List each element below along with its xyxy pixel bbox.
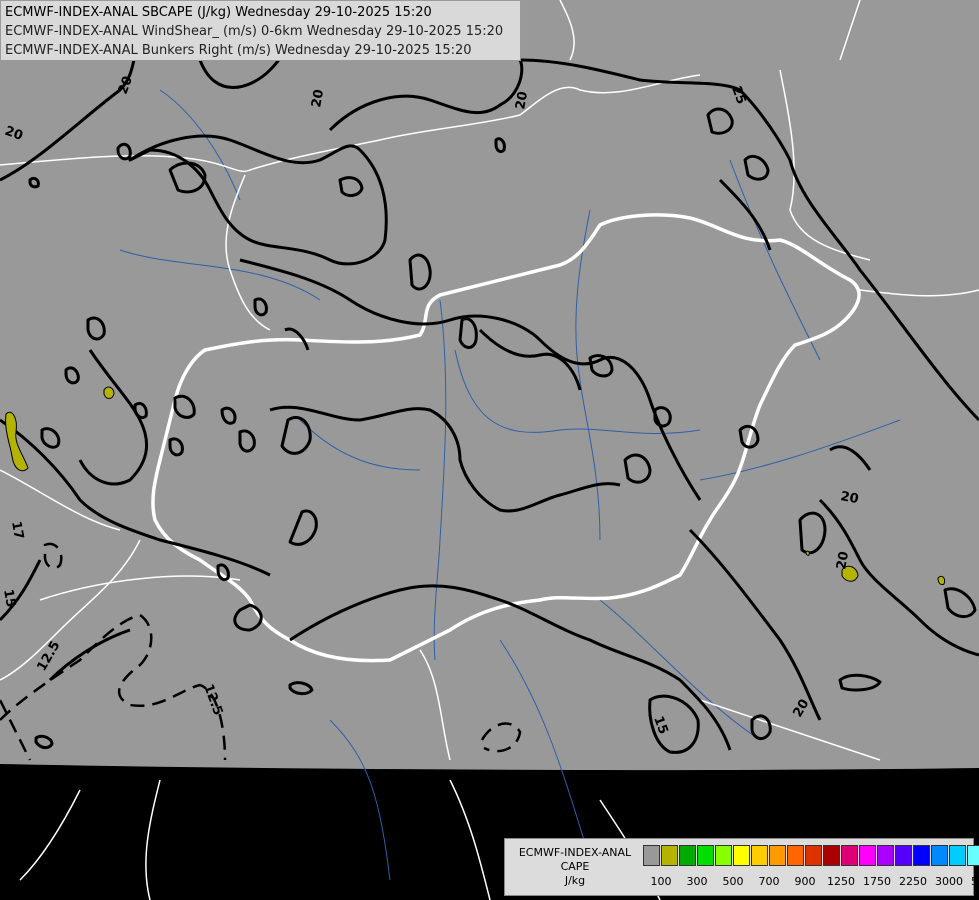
legend-swatch (697, 845, 714, 866)
legend-tick-label: 700 (758, 875, 780, 888)
legend-swatch (787, 845, 804, 866)
legend-swatch (895, 845, 912, 866)
legend-title-variable: CAPE (560, 860, 590, 873)
legend-tick-label: 300 (686, 875, 708, 888)
title-line-windshear: ECMWF-INDEX-ANAL WindShear_ (m/s) 0-6km … (5, 24, 504, 39)
map-title-box: ECMWF-INDEX-ANAL SBCAPE (J/kg) Wednesday… (0, 0, 521, 61)
legend-tick-label: 900 (794, 875, 816, 888)
legend-swatch (769, 845, 786, 866)
legend-title: ECMWF-INDEX-ANAL CAPE J/kg (511, 846, 639, 888)
legend-swatches (643, 845, 979, 866)
legend-tick-label: 100 (650, 875, 672, 888)
map-canvas[interactable]: 20 20 20 25 20 20 20 17 15 12.5 12.5 15 … (0, 0, 979, 900)
legend-swatch (733, 845, 750, 866)
legend-tick-label: 1750 (863, 875, 891, 888)
title-line-cape: ECMWF-INDEX-ANAL SBCAPE (J/kg) Wednesday… (5, 5, 432, 20)
legend-swatch (967, 845, 979, 866)
legend-swatch (643, 845, 660, 866)
legend-tick-label: 5000 (971, 875, 979, 888)
legend-swatch (661, 845, 678, 866)
legend-swatch (751, 845, 768, 866)
contour-label: 17 (8, 520, 26, 540)
legend-swatch (859, 845, 876, 866)
contour-label: 20 (309, 88, 327, 108)
legend-title-source: ECMWF-INDEX-ANAL (518, 846, 632, 859)
legend-swatch (913, 845, 930, 866)
cape-legend: ECMWF-INDEX-ANAL CAPE J/kg 100 300 500 700 9… (504, 838, 979, 896)
legend-tick-label: 3000 (935, 875, 963, 888)
legend-swatch (841, 845, 858, 866)
contour-label: 20 (834, 550, 852, 570)
legend-title-unit: J/kg (564, 874, 586, 887)
legend-tick-label: 500 (722, 875, 744, 888)
legend-ticks: 100 300 500 700 900 1250 1750 2250 3000 5000 (635, 875, 979, 889)
legend-swatch (823, 845, 840, 866)
model-domain (0, 0, 979, 771)
contour-label: 20 (839, 489, 859, 507)
legend-swatch (949, 845, 966, 866)
legend-swatch (805, 845, 822, 866)
legend-tick-label: 2250 (899, 875, 927, 888)
title-line-bunkers: ECMWF-INDEX-ANAL Bunkers Right (m/s) Wed… (5, 43, 472, 58)
contour-label: 15 (0, 588, 18, 608)
legend-swatch (715, 845, 732, 866)
legend-swatch (877, 845, 894, 866)
legend-swatch (679, 845, 696, 866)
contour-label: 20 (513, 90, 531, 110)
legend-tick-label: 1250 (827, 875, 855, 888)
legend-swatch (931, 845, 948, 866)
